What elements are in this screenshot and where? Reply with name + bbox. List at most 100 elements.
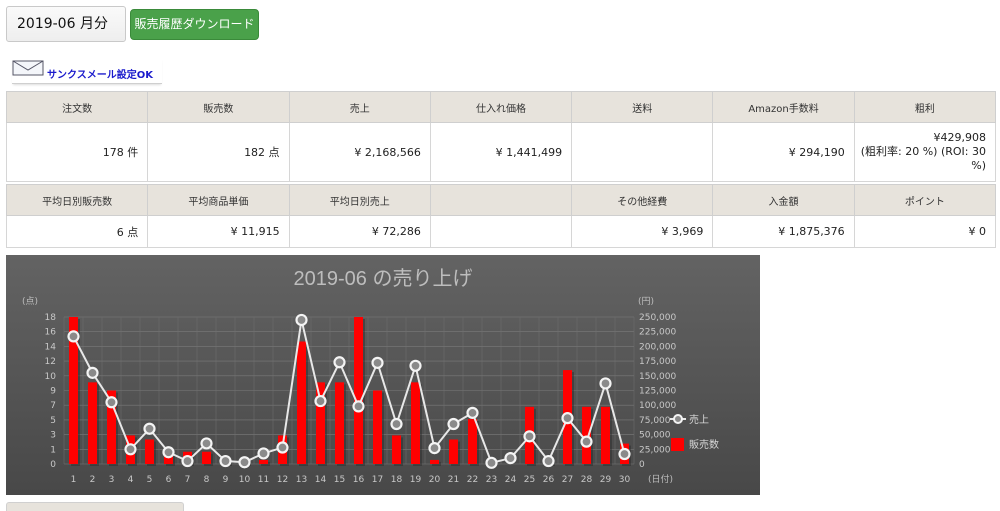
x-tick-label: 5 [147, 475, 153, 485]
x-tick-label: 7 [185, 475, 191, 485]
x-axis-unit: (日付) [648, 474, 673, 485]
x-tick-label: 20 [429, 475, 441, 485]
left-tick-label: 1 [50, 445, 56, 455]
left-tick-label: 7 [50, 401, 56, 411]
legend-revenue-label: 売上 [689, 413, 709, 426]
header-shipping: 送料 [571, 91, 714, 123]
x-tick-label: 22 [467, 475, 478, 485]
revenue-point [162, 446, 175, 459]
x-tick-label: 19 [410, 475, 422, 485]
right-axis-unit: (円) [638, 296, 654, 307]
chart-legend: 売上販売数 [670, 413, 719, 451]
right-tick-label: 200,000 [639, 342, 676, 352]
revenue-point [523, 430, 536, 443]
gross-profit-amount: ¥429,908 [933, 131, 987, 144]
header-revenue: 売上 [288, 91, 431, 123]
x-tick-label: 27 [562, 475, 573, 485]
revenue-point [466, 406, 479, 419]
value-deposit: ¥ 1,875,376 [712, 215, 855, 248]
right-tick-label: 0 [639, 460, 645, 470]
header-gross-profit: 粗利 [853, 91, 997, 123]
sales-count-bar [582, 406, 591, 464]
x-tick-label: 25 [524, 475, 535, 485]
next-section-tab [6, 502, 184, 511]
month-select[interactable]: 2019-06 月分 [6, 6, 126, 42]
revenue-point [276, 441, 289, 454]
sales-chart-svg: 2019-06 の売り上げ (点) (円) (日付) 0 01 25,0003 50,… [22, 267, 719, 485]
mail-icon [12, 60, 44, 76]
thanks-mail-link[interactable]: サンクスメール設定OK [47, 66, 153, 81]
x-tick-label: 6 [166, 475, 172, 485]
revenue-point [561, 412, 574, 425]
left-tick-label: 0 [50, 460, 56, 470]
right-tick-label: 225,000 [639, 328, 676, 338]
revenue-point [219, 454, 232, 468]
x-tick-label: 17 [372, 475, 383, 485]
sales-count-bar [88, 382, 97, 464]
right-tick-label: 125,000 [639, 387, 676, 397]
revenue-point [333, 356, 346, 369]
sales-count-bar [297, 341, 306, 464]
value-sales-count: 182 点 [147, 122, 290, 182]
revenue-point [67, 330, 80, 343]
chart-title: 2019-06 の売り上げ [294, 267, 473, 290]
legend-bar-swatch [671, 438, 684, 451]
revenue-point [618, 447, 631, 461]
averages-table: 平均日別販売数 平均商品単価 平均日別売上 その他経費 入金額 ポイント 6 点… [5, 184, 997, 248]
revenue-point [428, 442, 441, 455]
sales-count-bar [259, 459, 268, 464]
value-gross-profit: ¥429,908 (粗利率: 20 %) (ROI: 30 %) [853, 122, 997, 182]
sales-count-bar [392, 435, 401, 464]
right-tick-label: 250,000 [639, 313, 676, 323]
header-order-count: 注文数 [5, 91, 149, 123]
left-tick-label: 12 [45, 357, 56, 367]
revenue-point [447, 417, 460, 431]
x-tick-label: 29 [600, 475, 612, 485]
x-tick-label: 18 [391, 475, 403, 485]
summary-value-row: 178 件 182 点 ¥ 2,168,566 ¥ 1,441,499 ¥ 29… [5, 122, 997, 182]
revenue-point [238, 456, 251, 469]
x-tick-label: 30 [619, 475, 631, 485]
x-tick-label: 28 [581, 475, 593, 485]
header-sales-count: 販売数 [147, 91, 290, 123]
thanks-mail-status[interactable]: サンクスメール設定OK [12, 58, 162, 84]
revenue-point [86, 366, 99, 379]
x-tick-label: 24 [505, 475, 517, 485]
sales-count-bar [145, 439, 154, 464]
legend-sales-label: 販売数 [689, 438, 719, 451]
header-avg-unit-price: 平均商品単価 [147, 184, 290, 216]
revenue-point [599, 377, 612, 390]
revenue-point [580, 435, 593, 448]
x-tick-label: 4 [128, 475, 134, 485]
header-empty [429, 184, 573, 216]
averages-header-row: 平均日別販売数 平均商品単価 平均日別売上 その他経費 入金額 ポイント [5, 184, 997, 216]
left-tick-label: 3 [50, 431, 56, 441]
revenue-point [143, 422, 156, 435]
right-tick-label: 50,000 [639, 431, 671, 441]
sales-count-bar [202, 451, 211, 464]
value-purchase-price: ¥ 1,441,499 [429, 122, 573, 182]
right-tick-label: 150,000 [639, 372, 676, 382]
sales-count-bar [354, 317, 363, 464]
x-tick-label: 14 [315, 475, 327, 485]
value-other-expenses: ¥ 3,969 [571, 215, 714, 248]
left-tick-label: 10 [45, 372, 57, 382]
left-tick-label: 5 [50, 416, 56, 426]
header-deposit: 入金額 [712, 184, 855, 216]
summary-table: 注文数 販売数 売上 仕入れ価格 送料 Amazon手数料 粗利 178 件 1… [5, 91, 997, 182]
download-history-button[interactable]: 販売履歴ダウンロード [130, 9, 259, 40]
gross-profit-rate: (粗利率: 20 %) (ROI: 30 [860, 145, 986, 158]
x-tick-label: 1 [71, 475, 77, 485]
value-avg-unit-price: ¥ 11,915 [147, 215, 290, 248]
right-tick-label: 25,000 [639, 445, 671, 455]
left-tick-label: 14 [45, 342, 57, 352]
revenue-point [314, 394, 327, 408]
value-amazon-fee: ¥ 294,190 [712, 122, 855, 182]
revenue-point [200, 437, 213, 450]
left-tick-label: 9 [50, 387, 56, 397]
x-tick-label: 26 [543, 475, 555, 485]
value-revenue: ¥ 2,168,566 [288, 122, 431, 182]
sales-count-bar [468, 419, 477, 464]
x-tick-label: 21 [448, 475, 459, 485]
value-avg-daily-sales: 6 点 [5, 215, 149, 248]
